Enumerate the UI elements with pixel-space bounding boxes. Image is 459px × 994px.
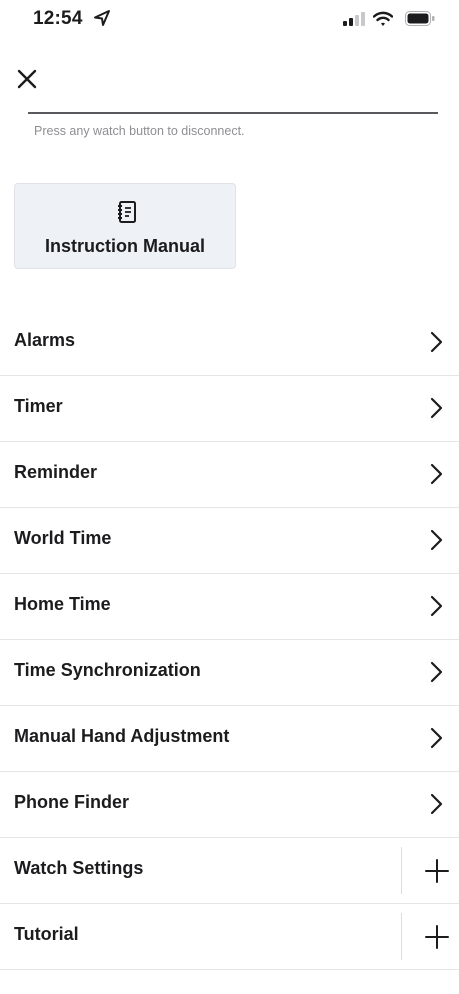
status-time: 12:54 (33, 8, 83, 29)
menu-item-label: Home Time (14, 594, 111, 614)
row-separator (401, 847, 402, 894)
close-icon[interactable] (14, 66, 40, 92)
menu-item-phone-finder[interactable]: Phone Finder (0, 772, 459, 838)
settings-menu: Alarms Timer Reminder World Time Home Ti… (0, 310, 459, 970)
menu-item-label: Tutorial (14, 924, 79, 944)
notebook-icon (118, 201, 136, 223)
chevron-right-icon (430, 661, 443, 683)
row-separator (401, 913, 402, 960)
menu-item-label: Timer (14, 396, 63, 416)
disconnect-hint: Press any watch button to disconnect. (34, 124, 245, 138)
menu-item-label: Watch Settings (14, 858, 144, 878)
instruction-manual-button[interactable]: Instruction Manual (14, 183, 236, 269)
cellular-signal-icon (343, 12, 365, 26)
chevron-right-icon (430, 595, 443, 617)
menu-item-timer[interactable]: Timer (0, 376, 459, 442)
menu-item-label: World Time (14, 528, 112, 548)
menu-item-tutorial[interactable]: Tutorial (0, 904, 459, 970)
menu-item-label: Alarms (14, 330, 76, 350)
menu-item-label: Manual Hand Adjustment (14, 726, 230, 746)
menu-item-watch-settings[interactable]: Watch Settings (0, 838, 459, 904)
location-arrow-icon (94, 10, 110, 26)
plus-icon[interactable] (424, 858, 450, 884)
chevron-right-icon (430, 727, 443, 749)
wifi-icon (373, 11, 393, 26)
menu-item-home-time[interactable]: Home Time (0, 574, 459, 640)
menu-item-label: Phone Finder (14, 792, 130, 812)
chevron-right-icon (430, 529, 443, 551)
chevron-right-icon (430, 397, 443, 419)
chevron-right-icon (430, 793, 443, 815)
menu-item-reminder[interactable]: Reminder (0, 442, 459, 508)
menu-item-manual-hand-adjustment[interactable]: Manual Hand Adjustment (0, 706, 459, 772)
header-divider (28, 112, 438, 114)
battery-icon (405, 11, 435, 26)
menu-item-time-synchronization[interactable]: Time Synchronization (0, 640, 459, 706)
menu-item-alarms[interactable]: Alarms (0, 310, 459, 376)
menu-item-label: Time Synchronization (14, 660, 201, 680)
chevron-right-icon (430, 331, 443, 353)
status-bar: 12:54 (0, 0, 459, 46)
instruction-manual-label: Instruction Manual (44, 236, 205, 256)
chevron-right-icon (430, 463, 443, 485)
plus-icon[interactable] (424, 924, 450, 950)
menu-item-label: Reminder (14, 462, 98, 482)
menu-item-world-time[interactable]: World Time (0, 508, 459, 574)
